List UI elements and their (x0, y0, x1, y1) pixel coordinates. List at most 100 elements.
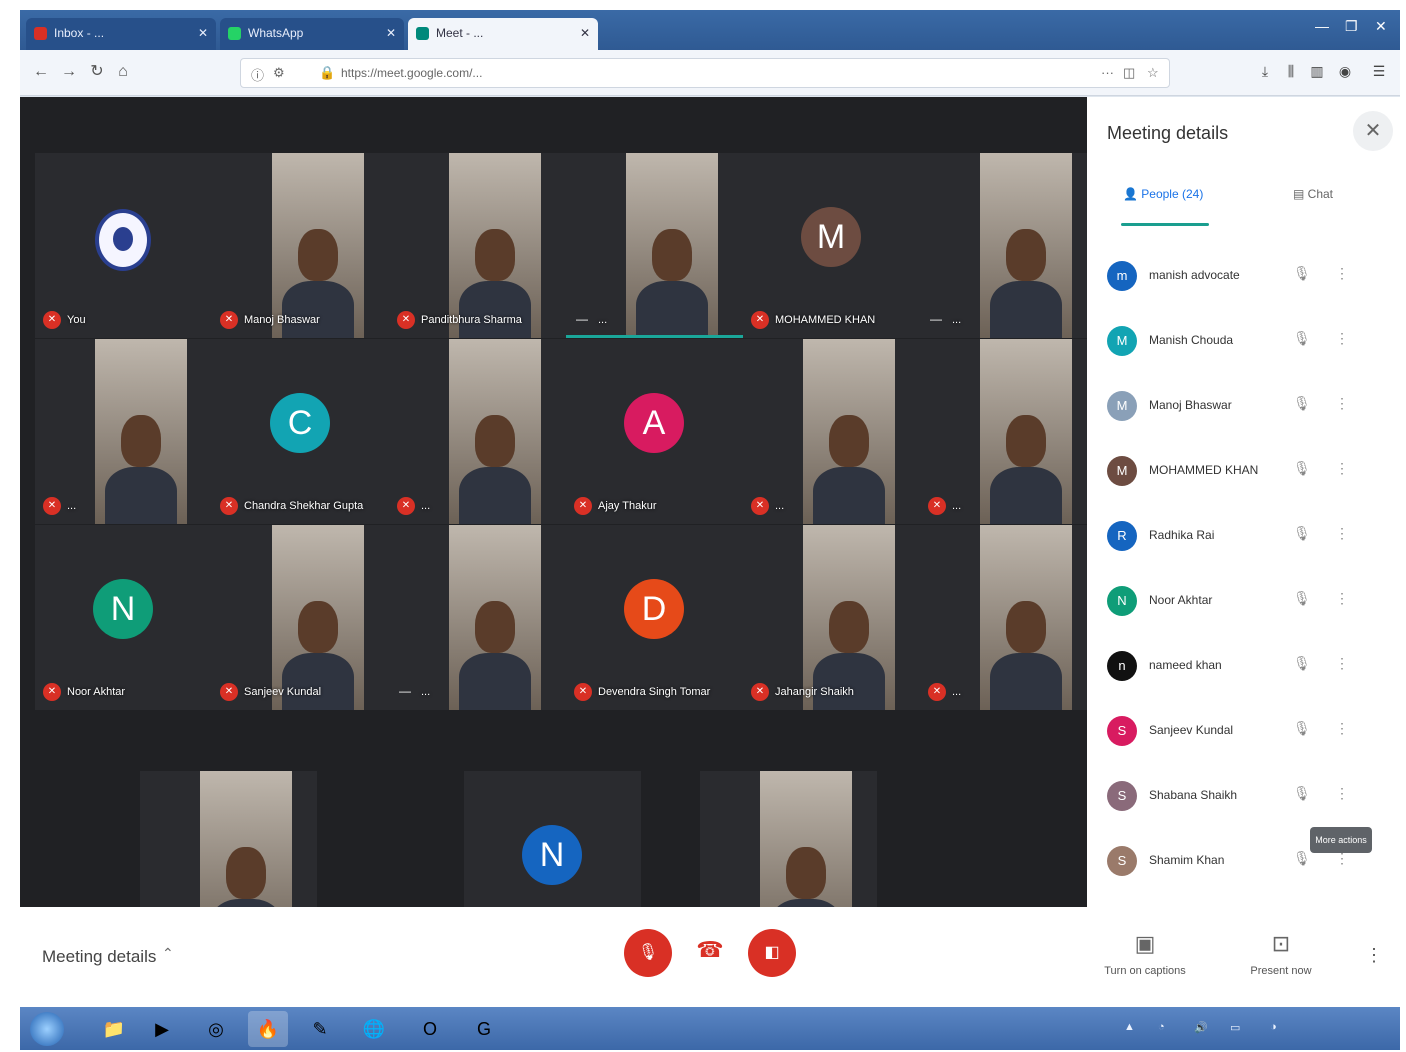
call-controls-bar: Meeting details ⌃ 🎙 ☎ ◧ ▣ Turn on captio… (20, 907, 1400, 1007)
clock[interactable] (1342, 1013, 1392, 1045)
back-icon[interactable]: ← (30, 61, 52, 83)
tab-people[interactable]: 👤 People (24) (1123, 187, 1203, 201)
participant-tile[interactable]: ✕ Jahangir Shaikh (743, 525, 920, 710)
forward-icon[interactable]: → (58, 61, 80, 83)
tab-label: Inbox - ... (54, 26, 105, 40)
more-options-icon[interactable]: ⋮ (1335, 785, 1349, 802)
close-icon[interactable]: ✕ (386, 18, 396, 48)
participant-tile[interactable]: M ✕ MOHAMMED KHAN (743, 153, 920, 338)
close-icon[interactable]: ✕ (198, 18, 208, 48)
more-options-icon[interactable]: ⋮ (1335, 590, 1349, 607)
browser-tab-whatsapp[interactable]: WhatsApp ✕ (220, 18, 404, 50)
pocket-icon[interactable]: ◫ (1123, 65, 1135, 81)
hang-up-button[interactable]: ☎ (692, 937, 728, 967)
opera-icon[interactable]: O (410, 1011, 450, 1047)
participant-row[interactable]: M MOHAMMED KHAN 🎙 ⋮ (1107, 452, 1349, 492)
captions-button[interactable]: ▣ Turn on captions (1090, 931, 1200, 977)
start-button[interactable] (30, 1012, 64, 1046)
participant-row[interactable]: S Sanjeev Kundal 🎙 ⋮ (1107, 712, 1349, 752)
maximize-icon[interactable]: ❐ (1345, 18, 1358, 35)
tray-arrow-icon[interactable]: ▲ (1124, 1021, 1135, 1033)
participant-row[interactable]: M Manish Chouda 🎙 ⋮ (1107, 322, 1349, 362)
participant-tile[interactable]: C ✕ Chandra Shekhar Gupta (212, 339, 389, 524)
participant-tile[interactable]: N ✕ Noor Akhtar (35, 525, 212, 710)
participant-row[interactable]: N Noor Akhtar 🎙 ⋮ (1107, 582, 1349, 622)
participant-tile[interactable]: ✕ Panditbhura Sharma (389, 153, 566, 338)
notepad-icon[interactable]: ✎ (300, 1011, 340, 1047)
download-icon[interactable]: ⤓ (1256, 62, 1274, 80)
participant-tile[interactable]: ✕... (35, 339, 212, 524)
info-icon[interactable]: ⓘ (251, 65, 264, 84)
bookmark-icon[interactable]: ☆ (1147, 65, 1159, 81)
more-options-icon[interactable]: ⋮ (1335, 395, 1349, 412)
media-player-icon[interactable]: ▶ (142, 1011, 182, 1047)
camera-off-button[interactable]: ◧ (748, 929, 796, 977)
battery-icon[interactable]: ▭ (1230, 1021, 1240, 1034)
participant-face (121, 415, 161, 467)
participant-tile[interactable]: ✕... (389, 339, 566, 524)
participant-tile[interactable]: D ✕ Devendra Singh Tomar (566, 525, 743, 710)
participant-tile[interactable]: ✕ Manoj Bhaswar (212, 153, 389, 338)
address-bar[interactable]: ⓘ ⚙ 🔒 https://meet.google.com/... ··· ◫ … (240, 58, 1170, 88)
tab-chat[interactable]: ▤ Chat (1293, 187, 1333, 201)
chrome-icon[interactable]: ◎ (196, 1011, 236, 1047)
mic-muted-icon: ✕ (397, 497, 415, 515)
microphone-off-button[interactable]: 🎙 (624, 929, 672, 977)
participant-row[interactable]: M Manoj Bhaswar 🎙 ⋮ (1107, 387, 1349, 427)
more-options-icon[interactable]: ⋮ (1335, 655, 1349, 672)
participant-name: Noor Akhtar (67, 686, 126, 698)
browser-tab-inbox[interactable]: Inbox - ... ✕ (26, 18, 216, 50)
avatar: M (1107, 456, 1137, 486)
page-actions-icon[interactable]: ··· (1101, 65, 1114, 80)
more-options-icon[interactable]: ⋮ (1335, 720, 1349, 737)
menu-icon[interactable]: ☰ (1370, 62, 1388, 80)
more-options-icon[interactable]: ⋮ (1335, 460, 1349, 477)
participant-tile[interactable]: ✕... (920, 339, 1097, 524)
url-text: https://meet.google.com/... (341, 66, 483, 80)
participant-tile[interactable]: ✕... (920, 525, 1097, 710)
firefox-icon[interactable]: 🔥 (248, 1011, 288, 1047)
participant-tile[interactable]: A ✕ Ajay Thakur (566, 339, 743, 524)
participant-tile[interactable]: —... (566, 153, 743, 338)
volume-icon[interactable]: 🔊 (1194, 1021, 1208, 1034)
participant-row[interactable]: n nameed khan 🎙 ⋮ (1107, 647, 1349, 687)
participant-name: Manoj Bhaswar (244, 314, 320, 326)
participant-tile[interactable]: ✕ Sanjeev Kundal (212, 525, 389, 710)
meeting-details-button[interactable]: Meeting details (42, 947, 156, 967)
participant-tile[interactable]: ✕... (743, 339, 920, 524)
participant-tile[interactable]: —... (920, 153, 1097, 338)
close-icon[interactable]: ✕ (1353, 111, 1393, 151)
language-icon[interactable]: ◑ (1270, 1021, 1277, 1033)
network-icon[interactable]: 🌐 (354, 1011, 394, 1047)
reload-icon[interactable]: ↻ (86, 61, 108, 83)
window-close-icon[interactable]: ✕ (1375, 18, 1387, 35)
present-now-button[interactable]: ⊡ Present now (1226, 931, 1336, 977)
close-icon[interactable]: ✕ (580, 18, 590, 48)
library-icon[interactable]: ⫼ (1282, 62, 1300, 80)
more-options-icon[interactable]: ⋮ (1335, 525, 1349, 542)
mic-muted-icon: ✕ (928, 497, 946, 515)
more-options-icon[interactable]: ⋮ (1335, 265, 1349, 282)
more-options-icon[interactable]: ⋮ (1365, 945, 1383, 966)
speaking-indicator (566, 335, 743, 338)
extension-icon[interactable]: ◉ (1336, 62, 1354, 80)
participant-row[interactable]: R Radhika Rai 🎙 ⋮ (1107, 517, 1349, 557)
participant-face (298, 601, 338, 653)
chevron-up-icon[interactable]: ⌃ (162, 945, 174, 962)
home-icon[interactable]: ⌂ (112, 61, 134, 83)
participant-tile[interactable]: —... (389, 525, 566, 710)
sidebar-icon[interactable]: ▥ (1308, 62, 1326, 80)
participant-video (449, 525, 541, 710)
more-options-icon[interactable]: ⋮ (1335, 330, 1349, 347)
browser-tab-meet[interactable]: Meet - ... ✕ (408, 18, 598, 50)
google-icon[interactable]: G (464, 1011, 504, 1047)
participant-row[interactable]: S Shabana Shaikh 🎙 ⋮ (1107, 777, 1349, 817)
file-explorer-icon[interactable]: 📁 (94, 1011, 134, 1047)
wifi-icon[interactable]: ◔ (1158, 1021, 1165, 1033)
people-icon: 👤 (1123, 187, 1142, 201)
permissions-icon[interactable]: ⚙ (273, 65, 285, 81)
minimize-icon[interactable]: — (1315, 18, 1329, 34)
participant-row[interactable]: m manish advocate 🎙 ⋮ (1107, 257, 1349, 297)
participant-tile[interactable]: ✕ You (35, 153, 212, 338)
present-label: Present now (1250, 965, 1312, 977)
